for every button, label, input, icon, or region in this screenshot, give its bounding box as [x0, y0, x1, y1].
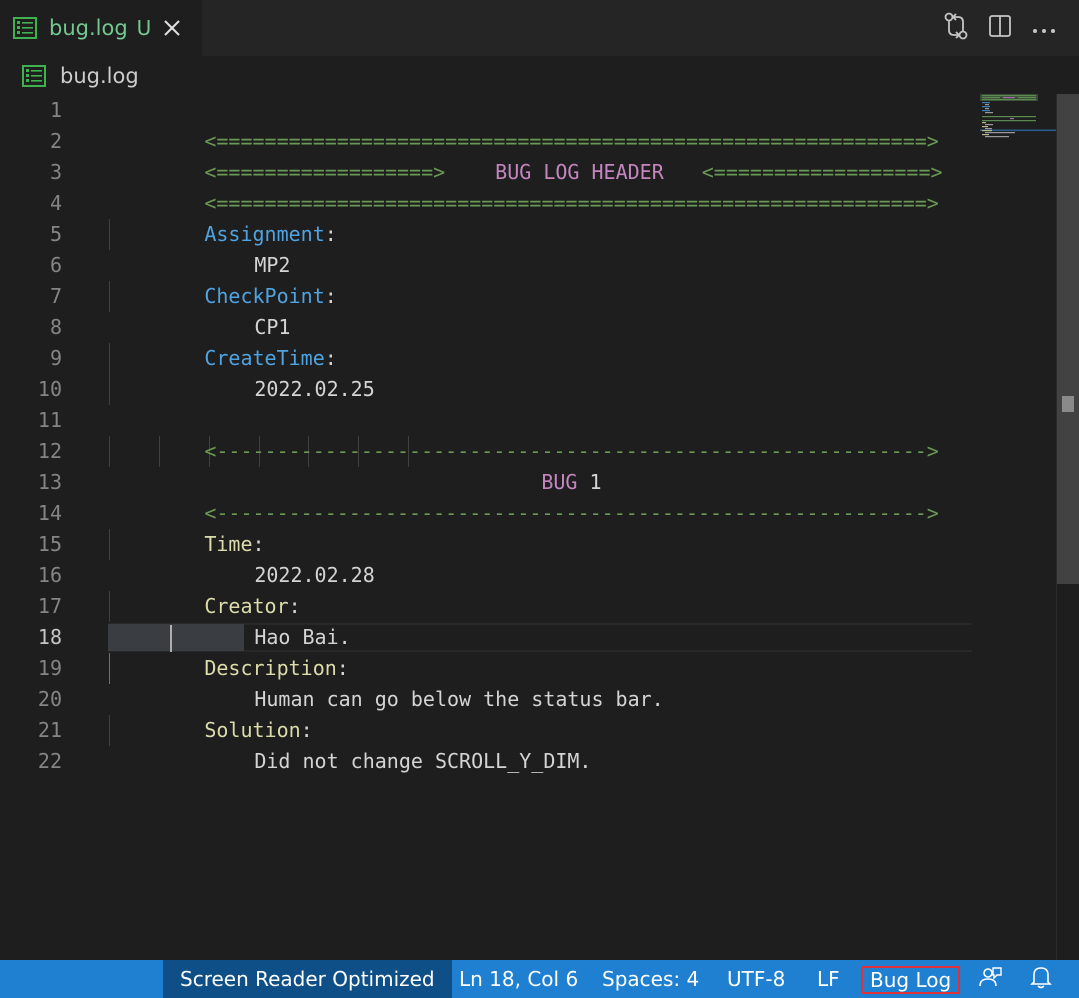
field-value: 2022.02.25 [254, 377, 375, 401]
tab-bug-log[interactable]: bug.log U [0, 0, 202, 56]
encoding-button[interactable]: UTF-8 [727, 960, 785, 998]
line-number: 16 [37, 563, 62, 587]
code-line: Creator: [108, 560, 300, 618]
breadcrumb-file[interactable]: bug.log [60, 64, 139, 88]
code-line: <=======================================… [108, 157, 939, 215]
line-number: 8 [49, 315, 62, 339]
colon: : [324, 222, 337, 246]
minimap[interactable] [980, 94, 1056, 154]
code-line: <=======================================… [108, 95, 939, 153]
line-number: 22 [37, 749, 62, 773]
cursor-position-button[interactable]: Ln 18, Col 6 [459, 960, 578, 998]
split-editor-button[interactable] [985, 13, 1015, 43]
line-number-active: 18 [37, 625, 62, 649]
code-line: <---------------------------------------… [108, 467, 939, 525]
git-compare-icon [943, 12, 969, 44]
tab-bar: bug.log U [0, 0, 1079, 56]
open-changes-button[interactable] [941, 12, 971, 44]
line-number: 20 [37, 687, 62, 711]
editor-area[interactable]: 1 2 3 4 5 6 7 8 9 10 11 12 13 14 15 16 1… [0, 94, 1079, 960]
line-number: 15 [37, 532, 62, 556]
colon: : [324, 284, 337, 308]
line-number: 21 [37, 718, 62, 742]
vscode-window: bug.log U bug.log 1 2 3 4 5 6 7 8 9 10 1… [0, 0, 1079, 998]
screen-reader-mode-button[interactable]: Screen Reader Optimized [163, 960, 452, 998]
text-cursor [170, 625, 172, 652]
log-file-icon [22, 65, 46, 87]
line-number: 3 [49, 160, 62, 184]
code-line: Time: [108, 498, 264, 556]
code-line: <---------------------------------------… [108, 405, 939, 463]
line-number: 11 [37, 408, 62, 432]
indentation-button[interactable]: Spaces: 4 [602, 960, 699, 998]
breadcrumb[interactable]: bug.log [0, 56, 1079, 96]
log-file-icon [13, 17, 37, 39]
line-number: 13 [37, 470, 62, 494]
line-number: 9 [49, 346, 62, 370]
code-line: Assignment: [108, 188, 336, 246]
field-value: Did not change SCROLL_Y_DIM. [254, 749, 592, 773]
code-line: 2022.02.28 [158, 529, 374, 587]
separator-line: <---------------------------------------… [204, 501, 939, 525]
ellipsis-icon [1032, 19, 1056, 38]
code-line: <==================> BUG LOG HEADER <=====… [108, 126, 942, 184]
tab-label: bug.log [49, 16, 128, 40]
feedback-button[interactable] [977, 960, 1003, 998]
bell-icon [1030, 965, 1052, 994]
language-mode-button[interactable]: Bug Log [861, 966, 961, 994]
line-number: 1 [49, 98, 62, 122]
line-number: 12 [37, 439, 62, 463]
end-of-line-button[interactable]: LF [817, 960, 840, 998]
notifications-button[interactable] [1030, 960, 1052, 998]
feedback-icon [977, 965, 1003, 994]
split-editor-icon [988, 14, 1012, 42]
scrollbar-thumb[interactable] [1057, 94, 1079, 584]
more-actions-button[interactable] [1029, 13, 1059, 43]
editor-actions [927, 10, 1059, 46]
tab-untracked-badge: U [136, 16, 152, 40]
code-line-active: Description: [108, 622, 349, 680]
line-number: 6 [49, 253, 62, 277]
line-number: 7 [49, 284, 62, 308]
code-line: CheckPoint: [108, 250, 336, 308]
line-number: 14 [37, 501, 62, 525]
line-number: 2 [49, 129, 62, 153]
status-bar: Screen Reader Optimized Ln 18, Col 6 Spa… [0, 960, 1079, 998]
line-number: 17 [37, 594, 62, 618]
close-icon[interactable] [163, 19, 181, 37]
line-number: 5 [49, 222, 62, 246]
code-line: CreateTime: [108, 312, 336, 370]
code-line: Did not change SCROLL_Y_DIM. [158, 715, 591, 773]
code-line: Human can go below the status bar. [158, 653, 663, 711]
code-line: Hao Bai. [158, 591, 350, 649]
line-number: 19 [37, 656, 62, 680]
line-number: 4 [49, 191, 62, 215]
code-line: Solution: [108, 684, 312, 742]
code-line: 2022.02.25 [158, 343, 374, 401]
vertical-scrollbar[interactable] [1056, 94, 1079, 960]
code-line: BUG 1 [445, 436, 601, 494]
line-number: 10 [37, 377, 62, 401]
field-value: Human can go below the status bar. [254, 687, 664, 711]
scrollbar-cursor-marker [1062, 396, 1074, 412]
code-line: CP1 [158, 281, 290, 339]
code-line: MP2 [158, 219, 290, 277]
